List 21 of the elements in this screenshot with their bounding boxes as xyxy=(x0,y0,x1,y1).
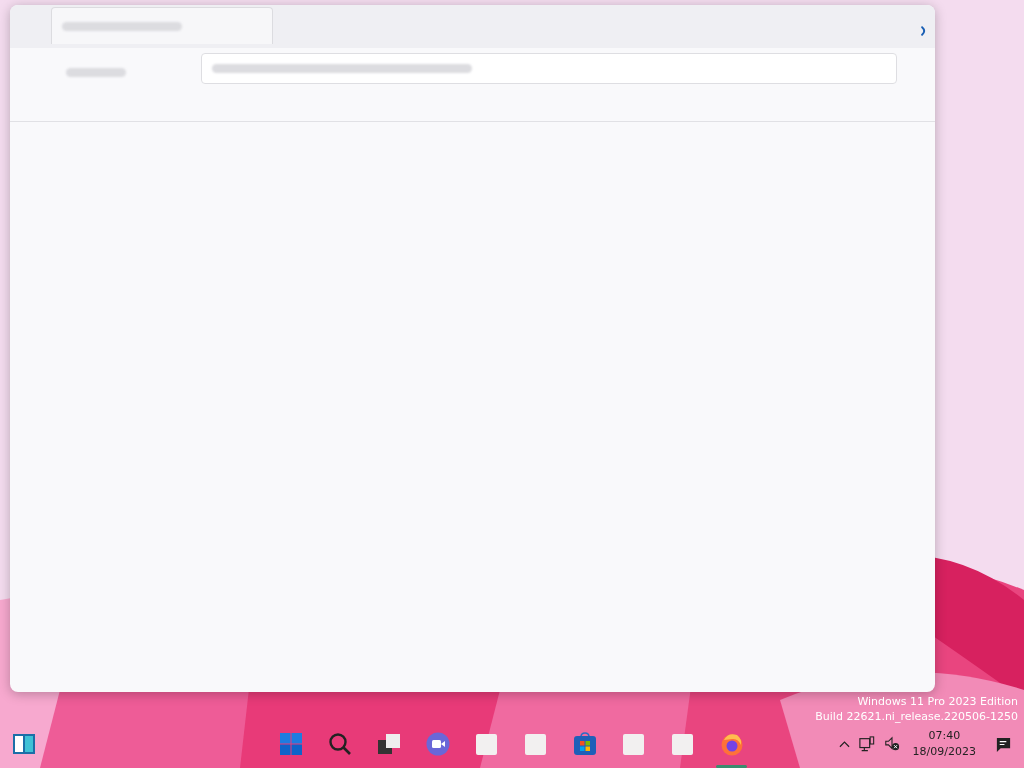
input-field[interactable] xyxy=(201,53,897,84)
chevron-up-icon[interactable] xyxy=(838,740,850,748)
task-view-icon[interactable] xyxy=(376,732,401,756)
app-icon[interactable] xyxy=(525,733,546,755)
app-icon[interactable] xyxy=(672,733,693,755)
widgets-icon[interactable] xyxy=(12,732,36,756)
edition-text: Build 22621.ni_release.220506-1250 xyxy=(815,709,1018,724)
clock[interactable]: 07:40 18/09/2023 xyxy=(912,728,976,760)
search-icon[interactable] xyxy=(327,732,352,756)
volume-muted-icon[interactable] xyxy=(883,736,900,752)
notification-icon[interactable] xyxy=(995,735,1012,753)
browser-icon[interactable] xyxy=(719,732,744,756)
store-icon[interactable] xyxy=(572,732,597,756)
loading-spinner-icon xyxy=(921,24,927,38)
network-icon[interactable] xyxy=(858,736,875,752)
app-icon[interactable] xyxy=(476,733,497,755)
start-icon[interactable] xyxy=(278,732,303,756)
loading-placeholder xyxy=(66,68,126,77)
video-camera-icon[interactable] xyxy=(425,732,450,756)
app-icon[interactable] xyxy=(623,733,644,755)
edition-text: Windows 11 Pro 2023 Edition xyxy=(857,694,1018,709)
